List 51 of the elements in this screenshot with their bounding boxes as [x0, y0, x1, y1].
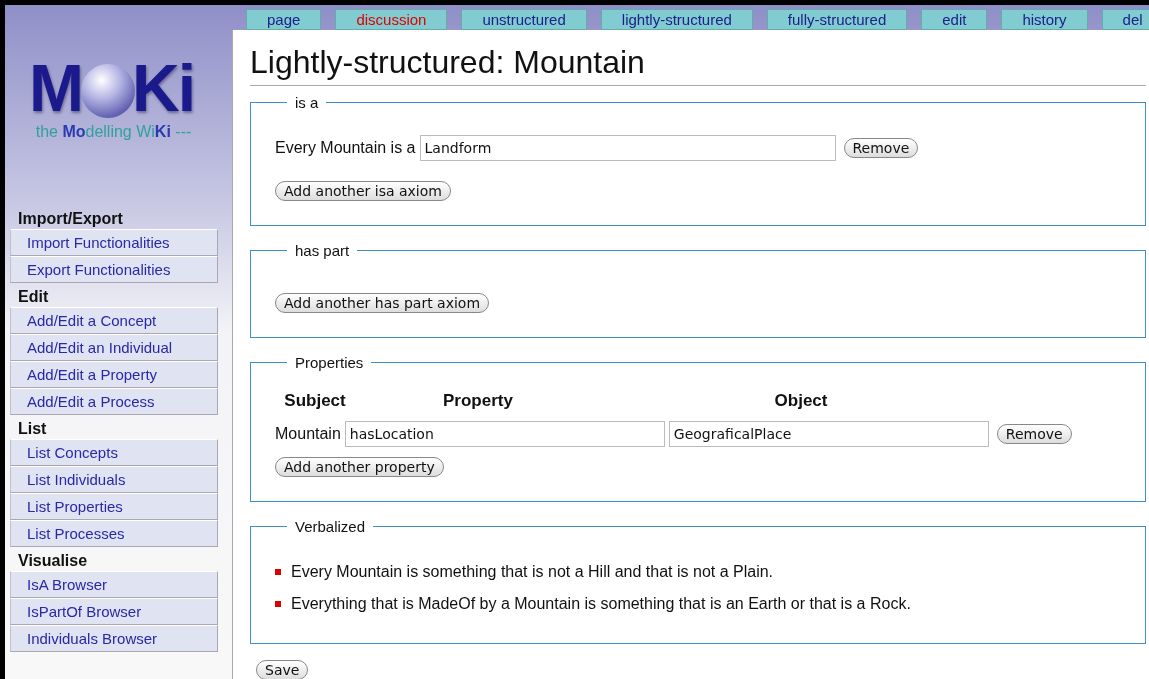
sidebar-item[interactable]: List Individuals [10, 466, 218, 493]
sidebar-heading: Import/Export [17, 209, 124, 229]
sidebar-heading: Visualise [17, 551, 89, 571]
sidebar-item[interactable]: Add/Edit a Concept [10, 307, 218, 334]
add-button[interactable]: Add another property [275, 457, 444, 477]
sidebar-item[interactable]: Add/Edit a Process [10, 388, 218, 415]
sphere-icon [80, 63, 136, 119]
remove-button[interactable]: Remove [996, 424, 1072, 444]
section-legend: is a [287, 94, 327, 111]
column-header: Subject [283, 391, 347, 411]
tab[interactable]: edit [921, 9, 988, 30]
remove-button[interactable]: Remove [843, 138, 919, 158]
subject-text: Mountain [275, 425, 341, 443]
object-field[interactable]: GeograficalPlace [668, 421, 989, 447]
column-header: Property [442, 391, 514, 411]
bullet-icon [275, 569, 281, 575]
add-button[interactable]: Add another has part axiom [275, 293, 490, 313]
section-legend: Verbalized [287, 518, 374, 535]
tab[interactable]: page [246, 9, 322, 30]
sidebar-item[interactable]: IsPartOf Browser [10, 598, 218, 625]
section-legend: Properties [287, 354, 372, 371]
logo-text: Ki [132, 55, 194, 121]
sidebar-item[interactable]: Export Functionalities [10, 256, 218, 283]
sidebar-heading: List [17, 419, 48, 439]
sidebar-heading: Edit [17, 287, 50, 307]
section-legend: has part [287, 242, 358, 259]
sidebar-item[interactable]: Add/Edit a Property [10, 361, 218, 388]
tab[interactable]: history [1001, 9, 1088, 30]
sidebar-item[interactable]: List Properties [10, 493, 218, 520]
axiom-label: Every Mountain is a [275, 139, 416, 157]
sidebar-item[interactable]: Add/Edit an Individual [10, 334, 218, 361]
tab[interactable]: unstructured [461, 9, 587, 30]
add-button[interactable]: Add another isa axiom [275, 181, 451, 201]
sidebar-item[interactable]: List Processes [10, 520, 218, 547]
tab[interactable]: del [1101, 9, 1149, 30]
tab[interactable]: fully-structured [766, 9, 908, 30]
page-title: Lightly-structured: Mountain [250, 44, 1146, 86]
sentence: Everything that is MadeOf by a Mountain is something that is an Earth or that is a Rock. [291, 595, 911, 613]
property-field[interactable]: hasLocation [344, 421, 665, 447]
sidebar-item[interactable]: Individuals Browser [10, 625, 218, 652]
tab[interactable]: lightly-structured [600, 9, 753, 30]
input-field[interactable]: Landform [419, 135, 836, 161]
logo-text: M [29, 55, 82, 121]
save-button[interactable]: Save [256, 660, 309, 679]
sidebar-item[interactable]: List Concepts [10, 439, 218, 466]
sidebar-item[interactable]: Import Functionalities [10, 229, 218, 256]
tagline: the Modelling WiKi --- [35, 123, 192, 141]
column-header: Object [773, 391, 829, 411]
sentence: Every Mountain is something that is not a Hill and that is not a Plain. [291, 563, 774, 581]
sidebar-item[interactable]: IsA Browser [10, 571, 218, 598]
bullet-icon [275, 601, 281, 607]
